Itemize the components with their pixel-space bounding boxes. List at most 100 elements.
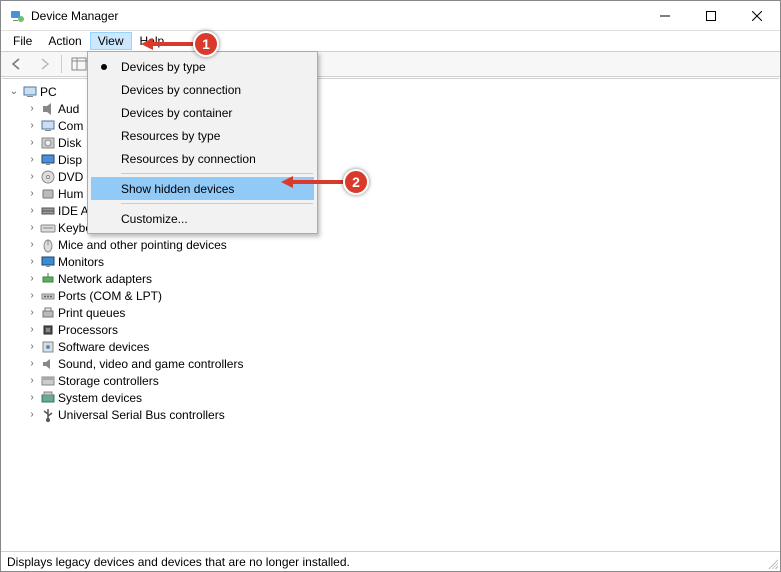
tree-node-label: Mice and other pointing devices [58, 238, 227, 252]
tree-node-label: Disk [58, 136, 81, 150]
printer-icon [40, 305, 56, 321]
menu-bar: File Action View Help [1, 31, 780, 51]
dropdown-item[interactable]: Devices by type [91, 55, 314, 78]
ide-icon [40, 203, 56, 219]
app-icon [9, 8, 25, 24]
expander-icon[interactable]: › [26, 171, 38, 182]
tree-root-label: PC [40, 85, 57, 99]
dropdown-separator [121, 203, 313, 204]
menu-action[interactable]: Action [40, 32, 89, 50]
expander-icon[interactable]: › [26, 324, 38, 335]
dvd-icon [40, 169, 56, 185]
expander-icon[interactable]: ⌄ [8, 86, 20, 97]
menu-help[interactable]: Help [132, 32, 173, 50]
expander-icon[interactable]: › [26, 103, 38, 114]
toolbar-separator [61, 55, 62, 73]
status-text: Displays legacy devices and devices that… [7, 555, 350, 569]
forward-button[interactable] [32, 53, 56, 75]
maximize-button[interactable] [688, 1, 734, 31]
computer-icon [22, 84, 38, 100]
window-controls [642, 1, 780, 31]
tree-node-label: Aud [58, 102, 79, 116]
dropdown-item-label: Devices by type [121, 60, 206, 74]
expander-icon[interactable]: › [26, 392, 38, 403]
tree-node-label: IDE A [58, 204, 89, 218]
expander-icon[interactable]: › [26, 307, 38, 318]
hid-icon [40, 186, 56, 202]
tree-node-label: Sound, video and game controllers [58, 357, 243, 371]
dropdown-item[interactable]: Devices by connection [91, 78, 314, 101]
tree-node-label: Storage controllers [58, 374, 159, 388]
dropdown-item-label: Devices by connection [121, 83, 241, 97]
menu-file[interactable]: File [5, 32, 40, 50]
dropdown-item[interactable]: Devices by container [91, 101, 314, 124]
expander-icon[interactable]: › [26, 137, 38, 148]
tree-node-label: Com [58, 119, 83, 133]
status-bar: Displays legacy devices and devices that… [1, 551, 780, 571]
dropdown-item-label: Resources by type [121, 129, 220, 143]
dropdown-item-label: Customize... [121, 212, 188, 226]
expander-icon[interactable]: › [26, 341, 38, 352]
expander-icon[interactable]: › [26, 154, 38, 165]
keyboard-icon [40, 220, 56, 236]
tree-node-label: Print queues [58, 306, 125, 320]
expander-icon[interactable]: › [26, 256, 38, 267]
audio-icon [40, 101, 56, 117]
network-icon [40, 271, 56, 287]
view-dropdown: Devices by type Devices by connection Devi… [87, 51, 318, 234]
dropdown-item[interactable]: Resources by type [91, 124, 314, 147]
tree-node[interactable]: › Mice and other pointing devices [8, 236, 779, 253]
dropdown-item[interactable]: Show hidden devices [91, 177, 314, 200]
disk-icon [40, 135, 56, 151]
expander-icon[interactable]: › [26, 205, 38, 216]
tree-node-label: Software devices [58, 340, 149, 354]
tree-node[interactable]: › Processors [8, 321, 779, 338]
usb-icon [40, 407, 56, 423]
tree-node-label: Disp [58, 153, 82, 167]
tree-node[interactable]: › Monitors [8, 253, 779, 270]
title-bar: Device Manager [1, 1, 780, 31]
close-button[interactable] [734, 1, 780, 31]
software-icon [40, 339, 56, 355]
tree-node-label: DVD [58, 170, 83, 184]
tree-node[interactable]: › Universal Serial Bus controllers [8, 406, 779, 423]
tree-node[interactable]: › Network adapters [8, 270, 779, 287]
tree-node[interactable]: › Software devices [8, 338, 779, 355]
expander-icon[interactable]: › [26, 239, 38, 250]
tree-node-label: Monitors [58, 255, 104, 269]
dropdown-separator [121, 173, 313, 174]
dropdown-item[interactable]: Customize... [91, 207, 314, 230]
expander-icon[interactable]: › [26, 222, 38, 233]
tree-node[interactable]: › Ports (COM & LPT) [8, 287, 779, 304]
expander-icon[interactable]: › [26, 188, 38, 199]
tree-node-label: System devices [58, 391, 142, 405]
radio-bullet-icon [101, 64, 107, 70]
tree-node-label: Ports (COM & LPT) [58, 289, 162, 303]
display-icon [40, 152, 56, 168]
expander-icon[interactable]: › [26, 375, 38, 386]
sound-icon [40, 356, 56, 372]
tree-node[interactable]: › Sound, video and game controllers [8, 355, 779, 372]
tree-node[interactable]: › System devices [8, 389, 779, 406]
tree-node-label: Universal Serial Bus controllers [58, 408, 225, 422]
expander-icon[interactable]: › [26, 358, 38, 369]
tree-node-label: Processors [58, 323, 118, 337]
port-icon [40, 288, 56, 304]
dropdown-item[interactable]: Resources by connection [91, 147, 314, 170]
expander-icon[interactable]: › [26, 290, 38, 301]
expander-icon[interactable]: › [26, 120, 38, 131]
window-title: Device Manager [31, 9, 118, 23]
minimize-button[interactable] [642, 1, 688, 31]
tree-node[interactable]: › Print queues [8, 304, 779, 321]
menu-view[interactable]: View [90, 32, 132, 50]
storage-icon [40, 373, 56, 389]
tree-node[interactable]: › Storage controllers [8, 372, 779, 389]
expander-icon[interactable]: › [26, 409, 38, 420]
dropdown-item-label: Devices by container [121, 106, 232, 120]
resize-grip[interactable] [766, 557, 778, 569]
computer-icon [40, 118, 56, 134]
cpu-icon [40, 322, 56, 338]
expander-icon[interactable]: › [26, 273, 38, 284]
tree-node-label: Network adapters [58, 272, 152, 286]
back-button[interactable] [5, 53, 29, 75]
